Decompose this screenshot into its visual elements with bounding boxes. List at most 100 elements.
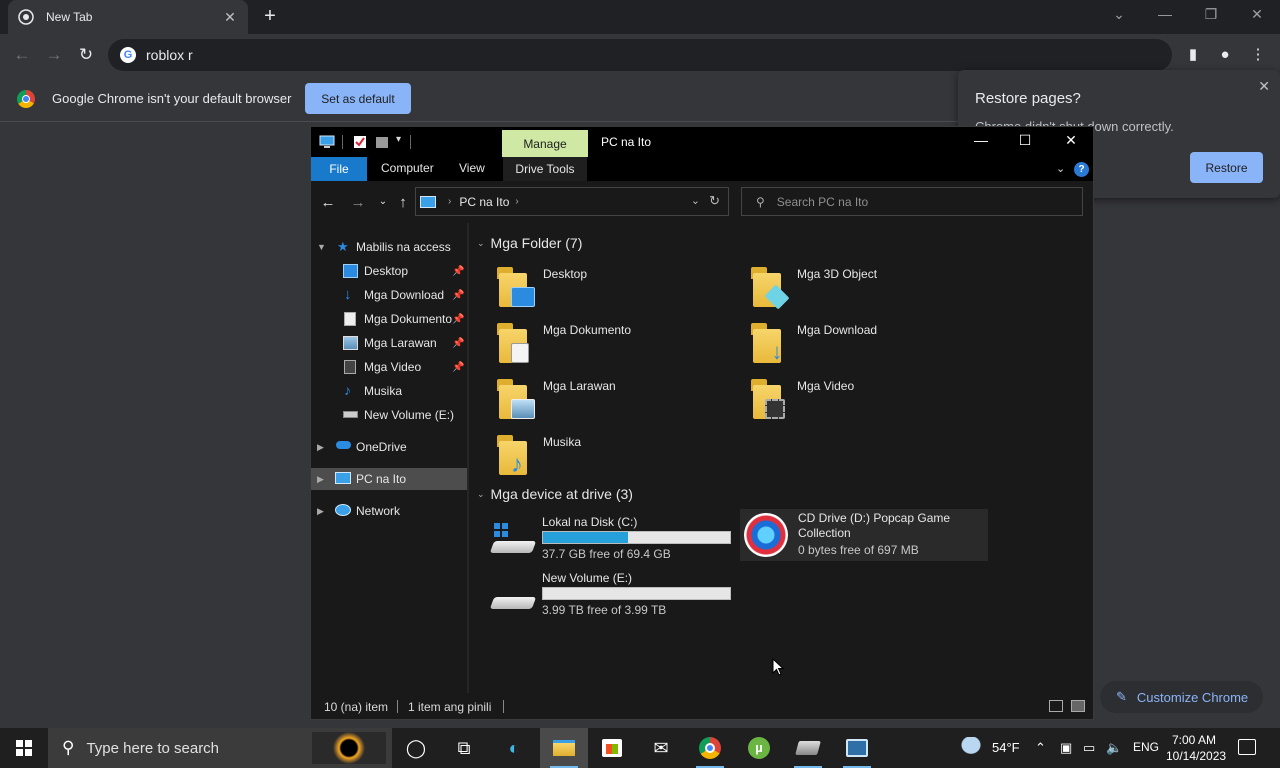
task-view-icon[interactable]: ⧉: [440, 728, 488, 768]
reload-button[interactable]: ↻: [75, 44, 97, 66]
chevron-down-icon[interactable]: ⌄: [477, 489, 485, 500]
folder-downloads[interactable]: ↓ Mga Download: [729, 319, 969, 367]
chevron-down-icon[interactable]: ⌄: [477, 238, 485, 249]
minimize-icon[interactable]: —: [966, 132, 996, 148]
tab-new-tab[interactable]: New Tab ✕: [8, 0, 248, 34]
chevron-right-icon[interactable]: ▶: [317, 442, 324, 453]
back-button[interactable]: ←: [11, 44, 33, 66]
pin-icon[interactable]: 📌: [452, 290, 464, 301]
recent-locations-icon[interactable]: ⌄: [374, 196, 392, 207]
language-indicator[interactable]: ENG: [1133, 740, 1159, 754]
notifications-icon[interactable]: [1238, 739, 1256, 755]
large-icons-view-icon[interactable]: [1071, 700, 1085, 712]
group-title: Mga Folder (7): [490, 235, 583, 251]
pin-icon[interactable]: 📌: [452, 362, 464, 373]
side-panel-icon[interactable]: ▮: [1182, 44, 1204, 66]
nav-item-music[interactable]: ♪ Musika: [311, 380, 467, 402]
forward-button[interactable]: →: [349, 194, 367, 211]
close-tab-icon[interactable]: ✕: [222, 9, 238, 25]
nav-this-pc[interactable]: ▶ PC na Ito: [311, 468, 467, 490]
quick-access-dropdown-icon[interactable]: ▾: [396, 134, 401, 145]
back-button[interactable]: ←: [319, 194, 337, 211]
taskbar-search-box[interactable]: ⚲ Type here to search: [48, 728, 392, 768]
utorrent-icon[interactable]: µ: [735, 728, 783, 768]
refresh-icon[interactable]: ↻: [709, 193, 720, 209]
folder-videos[interactable]: Mga Video: [729, 375, 969, 423]
nav-item-documents[interactable]: Mga Dokumento 📌: [311, 308, 467, 330]
chevron-down-icon[interactable]: ⌄: [691, 194, 700, 207]
close-icon[interactable]: ✕: [1258, 78, 1270, 95]
weather-cloud-icon[interactable]: [958, 737, 984, 757]
customize-chrome-button[interactable]: ✎ Customize Chrome: [1100, 681, 1263, 713]
drive-d[interactable]: CD Drive (D:) Popcap Game Collection 0 b…: [740, 509, 988, 561]
clock[interactable]: 7:00 AM 10/14/2023: [1166, 732, 1226, 764]
set-default-button[interactable]: Set as default: [305, 83, 411, 114]
folder-desktop[interactable]: Desktop: [475, 263, 715, 311]
file-explorer-taskbar-icon[interactable]: [540, 728, 588, 768]
new-folder-icon[interactable]: [375, 135, 389, 149]
nav-item-downloads[interactable]: ↓ Mga Download 📌: [311, 284, 467, 306]
profile-icon[interactable]: ●: [1214, 44, 1236, 66]
maximize-icon[interactable]: ☐: [1010, 132, 1040, 149]
details-view-icon[interactable]: [1049, 700, 1063, 712]
close-icon[interactable]: ✕: [1056, 132, 1086, 149]
restore-window-icon[interactable]: ❐: [1201, 6, 1221, 23]
chevron-right-icon[interactable]: ▶: [317, 506, 324, 517]
folder-pictures[interactable]: Mga Larawan: [475, 375, 715, 423]
chevron-down-icon[interactable]: ▼: [317, 242, 326, 252]
properties-icon[interactable]: [353, 135, 367, 149]
folders-group-header[interactable]: ⌄ Mga Folder (7): [477, 235, 582, 251]
pin-icon[interactable]: 📌: [452, 338, 464, 349]
folder-documents[interactable]: Mga Dokumento: [475, 319, 715, 367]
up-button[interactable]: ↑: [394, 194, 412, 211]
address-bar[interactable]: G roblox r: [108, 39, 1172, 71]
tab-search-icon[interactable]: ⌄: [1109, 6, 1129, 23]
devices-group-header[interactable]: ⌄ Mga device at drive (3): [477, 486, 633, 502]
nav-item-new-volume[interactable]: New Volume (E:): [311, 404, 467, 426]
show-hidden-icons-chevron-icon[interactable]: ⌃: [1035, 740, 1046, 756]
drive-c[interactable]: Lokal na Disk (C:) 37.7 GB free of 69.4 …: [478, 513, 731, 565]
new-tab-button[interactable]: +: [260, 6, 280, 26]
nav-onedrive[interactable]: ▶ OneDrive: [311, 436, 467, 458]
drive-e[interactable]: New Volume (E:) 3.99 TB free of 3.99 TB: [478, 569, 731, 621]
nav-quick-access[interactable]: ▼ ★ Mabilis na access: [311, 236, 467, 258]
remote-desktop-icon[interactable]: [833, 728, 881, 768]
folder-music[interactable]: ♪ Musika: [475, 431, 715, 479]
folder-3d-objects[interactable]: Mga 3D Object: [729, 263, 969, 311]
chrome-taskbar-icon[interactable]: [686, 728, 734, 768]
pin-icon[interactable]: 📌: [452, 314, 464, 325]
explorer-address-bar[interactable]: › PC na Ito › ⌄ ↻: [415, 187, 729, 216]
search-input[interactable]: ⚲ Search PC na Ito: [741, 187, 1083, 216]
meet-now-icon[interactable]: ▣: [1060, 740, 1072, 756]
tab-file[interactable]: File: [311, 157, 367, 181]
expand-ribbon-icon[interactable]: ⌄: [1056, 162, 1065, 175]
close-window-icon[interactable]: ✕: [1247, 6, 1267, 23]
forward-button[interactable]: →: [43, 44, 65, 66]
chevron-right-icon[interactable]: ▶: [317, 474, 324, 485]
pin-icon[interactable]: 📌: [452, 266, 464, 277]
tab-view[interactable]: View: [459, 161, 485, 175]
tab-computer[interactable]: Computer: [381, 161, 434, 175]
divider: [342, 135, 343, 149]
weather-temperature[interactable]: 54°F: [992, 740, 1020, 755]
minimize-icon[interactable]: —: [1155, 6, 1175, 22]
store-icon[interactable]: [588, 728, 636, 768]
nav-item-desktop[interactable]: Desktop 📌: [311, 260, 467, 282]
edge-icon[interactable]: ◐: [490, 728, 538, 768]
mail-icon[interactable]: ✉: [637, 728, 685, 768]
start-button[interactable]: [0, 728, 48, 768]
volume-muted-icon[interactable]: 🔈: [1106, 740, 1122, 756]
network-status-icon[interactable]: ▭: [1083, 740, 1095, 756]
pane-divider[interactable]: [467, 223, 469, 693]
cortana-icon[interactable]: ◯: [392, 728, 440, 768]
manage-tab[interactable]: Manage: [502, 130, 588, 157]
search-icon: ⚲: [62, 738, 75, 757]
nav-item-videos[interactable]: Mga Video 📌: [311, 356, 467, 378]
nav-item-pictures[interactable]: Mga Larawan 📌: [311, 332, 467, 354]
menu-icon[interactable]: ⋮: [1247, 44, 1269, 66]
help-icon[interactable]: ?: [1074, 162, 1089, 177]
restore-button[interactable]: Restore: [1190, 152, 1263, 183]
nav-network[interactable]: ▶ Network: [311, 500, 467, 522]
tab-drive-tools[interactable]: Drive Tools: [503, 157, 587, 181]
virtual-drive-icon[interactable]: [784, 728, 832, 768]
